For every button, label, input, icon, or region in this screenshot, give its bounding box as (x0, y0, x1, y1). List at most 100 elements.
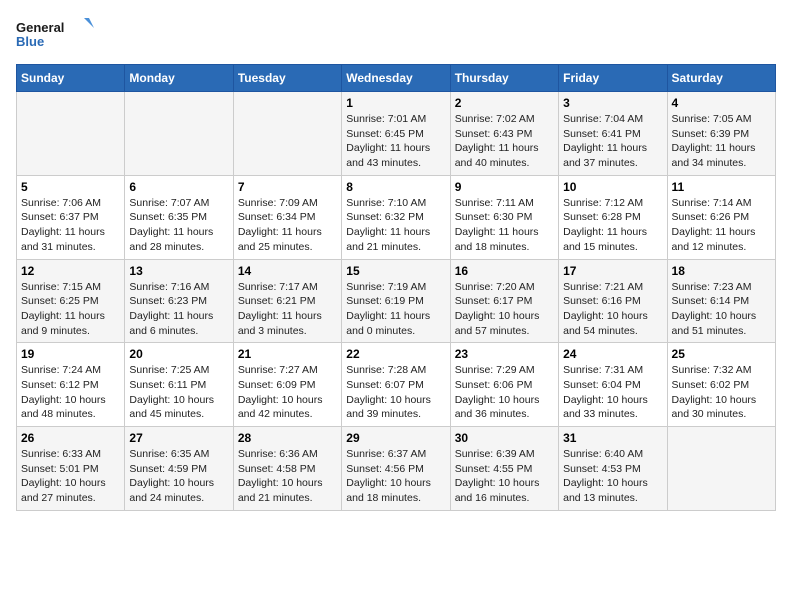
day-number: 3 (563, 96, 662, 110)
day-info: Sunrise: 7:05 AM Sunset: 6:39 PM Dayligh… (672, 112, 771, 171)
day-number: 17 (563, 264, 662, 278)
day-info: Sunrise: 6:40 AM Sunset: 4:53 PM Dayligh… (563, 447, 662, 506)
calendar-cell: 22 Sunrise: 7:28 AM Sunset: 6:07 PM Dayli… (342, 343, 450, 427)
day-number: 1 (346, 96, 445, 110)
weekday-header: Tuesday (233, 65, 341, 92)
calendar-cell: 18Sunrise: 7:23 AM Sunset: 6:14 PM Dayli… (667, 259, 775, 343)
calendar-cell: 7Sunrise: 7:09 AM Sunset: 6:34 PM Daylig… (233, 175, 341, 259)
calendar-week-row: 19Sunrise: 7:24 AM Sunset: 6:12 PM Dayli… (17, 343, 776, 427)
day-info: Sunrise: 7:06 AM Sunset: 6:37 PM Dayligh… (21, 196, 120, 255)
day-info: Sunrise: 7:15 AM Sunset: 6:25 PM Dayligh… (21, 280, 120, 339)
calendar-cell: 30 Sunrise: 6:39 AM Sunset: 4:55 PM Dayli… (450, 427, 558, 511)
day-info: Sunrise: 7:27 AM Sunset: 6:09 PM Dayligh… (238, 363, 337, 422)
day-info: Sunrise: 7:19 AM Sunset: 6:19 PM Dayligh… (346, 280, 445, 339)
day-number: 9 (455, 180, 554, 194)
day-number: 14 (238, 264, 337, 278)
day-info: Sunrise: 7:21 AM Sunset: 6:16 PM Dayligh… (563, 280, 662, 339)
calendar-cell: 1 Sunrise: 7:01 AM Sunset: 6:45 PM Daylig… (342, 92, 450, 176)
day-info: Sunrise: 7:32 AM Sunset: 6:02 PM Dayligh… (672, 363, 771, 422)
calendar-cell: 24 Sunrise: 7:31 AM Sunset: 6:04 PM Dayli… (559, 343, 667, 427)
day-info: Sunrise: 6:39 AM Sunset: 4:55 PM Dayligh… (455, 447, 554, 506)
calendar-cell (125, 92, 233, 176)
day-number: 22 (346, 347, 445, 361)
day-number: 30 (455, 431, 554, 445)
day-number: 10 (563, 180, 662, 194)
day-info: Sunrise: 7:20 AM Sunset: 6:17 PM Dayligh… (455, 280, 554, 339)
day-info: Sunrise: 6:33 AM Sunset: 5:01 PM Dayligh… (21, 447, 120, 506)
day-number: 13 (129, 264, 228, 278)
calendar-cell: 23 Sunrise: 7:29 AM Sunset: 6:06 PM Dayli… (450, 343, 558, 427)
day-number: 12 (21, 264, 120, 278)
day-info: Sunrise: 7:09 AM Sunset: 6:34 PM Dayligh… (238, 196, 337, 255)
calendar-cell: 12 Sunrise: 7:15 AM Sunset: 6:25 PM Dayli… (17, 259, 125, 343)
calendar-cell: 10 Sunrise: 7:12 AM Sunset: 6:28 PM Dayli… (559, 175, 667, 259)
calendar-week-row: 26 Sunrise: 6:33 AM Sunset: 5:01 PM Dayli… (17, 427, 776, 511)
day-info: Sunrise: 7:16 AM Sunset: 6:23 PM Dayligh… (129, 280, 228, 339)
calendar-cell: 16 Sunrise: 7:20 AM Sunset: 6:17 PM Dayli… (450, 259, 558, 343)
day-info: Sunrise: 7:02 AM Sunset: 6:43 PM Dayligh… (455, 112, 554, 171)
day-number: 20 (129, 347, 228, 361)
day-number: 6 (129, 180, 228, 194)
day-number: 16 (455, 264, 554, 278)
day-info: Sunrise: 6:35 AM Sunset: 4:59 PM Dayligh… (129, 447, 228, 506)
weekday-header: Sunday (17, 65, 125, 92)
day-number: 24 (563, 347, 662, 361)
calendar-cell: 2 Sunrise: 7:02 AM Sunset: 6:43 PM Daylig… (450, 92, 558, 176)
calendar-cell: 19Sunrise: 7:24 AM Sunset: 6:12 PM Dayli… (17, 343, 125, 427)
day-info: Sunrise: 6:37 AM Sunset: 4:56 PM Dayligh… (346, 447, 445, 506)
day-info: Sunrise: 7:28 AM Sunset: 6:07 PM Dayligh… (346, 363, 445, 422)
day-number: 11 (672, 180, 771, 194)
day-number: 23 (455, 347, 554, 361)
day-info: Sunrise: 7:23 AM Sunset: 6:14 PM Dayligh… (672, 280, 771, 339)
day-number: 26 (21, 431, 120, 445)
calendar-cell: 26 Sunrise: 6:33 AM Sunset: 5:01 PM Dayli… (17, 427, 125, 511)
calendar-cell (667, 427, 775, 511)
weekday-header: Wednesday (342, 65, 450, 92)
calendar-cell: 5Sunrise: 7:06 AM Sunset: 6:37 PM Daylig… (17, 175, 125, 259)
weekday-header-row: SundayMondayTuesdayWednesdayThursdayFrid… (17, 65, 776, 92)
calendar-week-row: 5Sunrise: 7:06 AM Sunset: 6:37 PM Daylig… (17, 175, 776, 259)
day-number: 31 (563, 431, 662, 445)
calendar-week-row: 1 Sunrise: 7:01 AM Sunset: 6:45 PM Daylig… (17, 92, 776, 176)
day-number: 4 (672, 96, 771, 110)
calendar-cell (233, 92, 341, 176)
day-info: Sunrise: 7:12 AM Sunset: 6:28 PM Dayligh… (563, 196, 662, 255)
svg-text:Blue: Blue (16, 34, 44, 49)
calendar-cell: 9Sunrise: 7:11 AM Sunset: 6:30 PM Daylig… (450, 175, 558, 259)
logo-icon: General Blue (16, 16, 96, 52)
calendar-cell: 11 Sunrise: 7:14 AM Sunset: 6:26 PM Dayli… (667, 175, 775, 259)
day-number: 2 (455, 96, 554, 110)
calendar-cell: 31 Sunrise: 6:40 AM Sunset: 4:53 PM Dayli… (559, 427, 667, 511)
day-number: 15 (346, 264, 445, 278)
weekday-header: Thursday (450, 65, 558, 92)
day-number: 8 (346, 180, 445, 194)
svg-text:General: General (16, 20, 64, 35)
day-number: 27 (129, 431, 228, 445)
day-info: Sunrise: 7:01 AM Sunset: 6:45 PM Dayligh… (346, 112, 445, 171)
calendar-cell (17, 92, 125, 176)
day-info: Sunrise: 6:36 AM Sunset: 4:58 PM Dayligh… (238, 447, 337, 506)
calendar-cell: 13 Sunrise: 7:16 AM Sunset: 6:23 PM Dayli… (125, 259, 233, 343)
calendar-week-row: 12 Sunrise: 7:15 AM Sunset: 6:25 PM Dayli… (17, 259, 776, 343)
day-number: 25 (672, 347, 771, 361)
day-info: Sunrise: 7:29 AM Sunset: 6:06 PM Dayligh… (455, 363, 554, 422)
calendar-cell: 3 Sunrise: 7:04 AM Sunset: 6:41 PM Daylig… (559, 92, 667, 176)
logo: General Blue (16, 16, 96, 52)
day-info: Sunrise: 7:17 AM Sunset: 6:21 PM Dayligh… (238, 280, 337, 339)
calendar-cell: 14 Sunrise: 7:17 AM Sunset: 6:21 PM Dayli… (233, 259, 341, 343)
page-header: General Blue (16, 16, 776, 52)
day-info: Sunrise: 7:04 AM Sunset: 6:41 PM Dayligh… (563, 112, 662, 171)
day-info: Sunrise: 7:31 AM Sunset: 6:04 PM Dayligh… (563, 363, 662, 422)
day-info: Sunrise: 7:10 AM Sunset: 6:32 PM Dayligh… (346, 196, 445, 255)
calendar-cell: 15 Sunrise: 7:19 AM Sunset: 6:19 PM Dayli… (342, 259, 450, 343)
calendar-cell: 27 Sunrise: 6:35 AM Sunset: 4:59 PM Dayli… (125, 427, 233, 511)
weekday-header: Monday (125, 65, 233, 92)
day-info: Sunrise: 7:24 AM Sunset: 6:12 PM Dayligh… (21, 363, 120, 422)
day-number: 28 (238, 431, 337, 445)
day-info: Sunrise: 7:14 AM Sunset: 6:26 PM Dayligh… (672, 196, 771, 255)
day-info: Sunrise: 7:25 AM Sunset: 6:11 PM Dayligh… (129, 363, 228, 422)
day-number: 21 (238, 347, 337, 361)
calendar-cell: 20 Sunrise: 7:25 AM Sunset: 6:11 PM Dayli… (125, 343, 233, 427)
calendar-cell: 17 Sunrise: 7:21 AM Sunset: 6:16 PM Dayli… (559, 259, 667, 343)
calendar-cell: 25 Sunrise: 7:32 AM Sunset: 6:02 PM Dayli… (667, 343, 775, 427)
